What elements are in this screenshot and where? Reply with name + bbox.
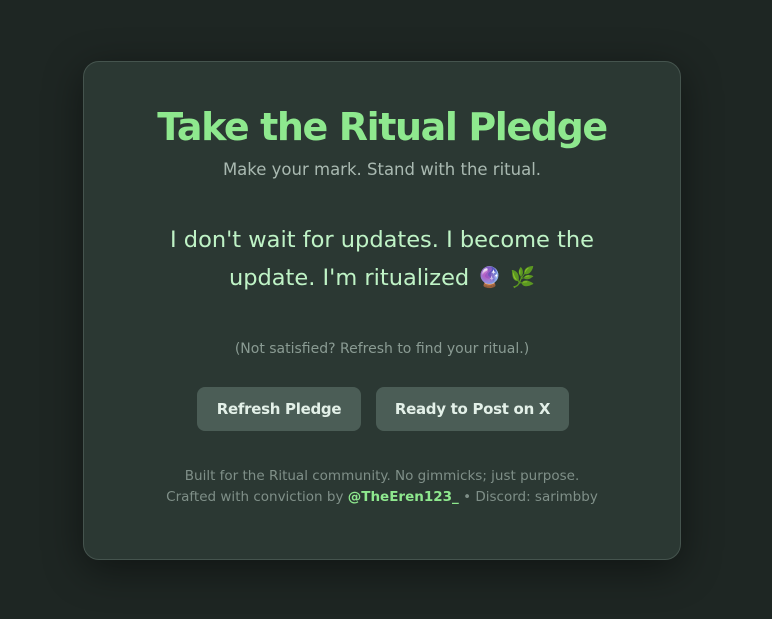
subtitle: Make your mark. Stand with the ritual. <box>222 160 542 179</box>
discord-text: Discord: sarimbby <box>475 489 598 505</box>
footer-tagline: Built for the Ritual community. No gimmi… <box>184 468 580 484</box>
refresh-pledge-button[interactable]: Refresh Pledge <box>197 387 361 431</box>
refresh-hint: (Not satisfied? Refresh to find your rit… <box>234 341 530 357</box>
pledge-text-block: I don't wait for updates. I become the u… <box>134 222 630 297</box>
pledge-card: Take the Ritual Pledge Make your mark. S… <box>83 61 681 560</box>
post-on-x-button[interactable]: Ready to Post on X <box>376 387 569 431</box>
page-title: Take the Ritual Pledge <box>157 105 608 149</box>
footer-separator: • <box>458 489 476 505</box>
footer-crafted-text: Crafted with conviction by <box>166 489 348 505</box>
footer: Built for the Ritual community. No gimmi… <box>84 466 680 508</box>
crystal-ball-icon: 🔮 <box>477 265 503 289</box>
footer-credits: Crafted with conviction by @TheEren123_ … <box>84 487 680 508</box>
herb-icon: 🌿 <box>510 265 536 289</box>
author-handle-link[interactable]: @TheEren123_ <box>348 489 459 505</box>
